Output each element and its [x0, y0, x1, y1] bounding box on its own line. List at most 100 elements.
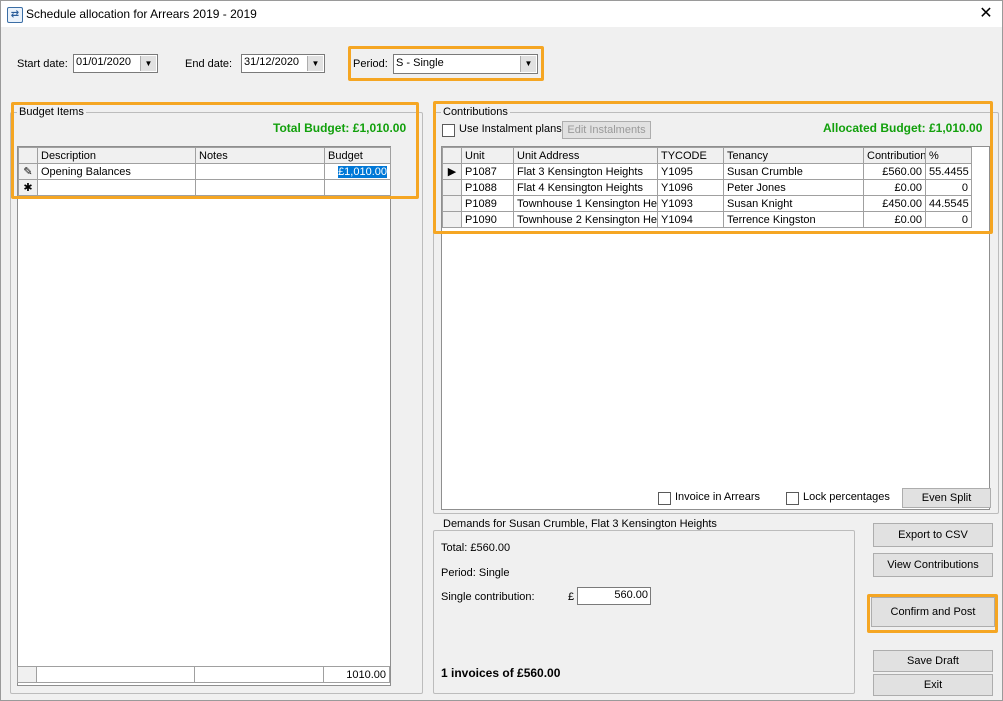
exit-button[interactable]: Exit	[873, 674, 993, 696]
export-csv-button[interactable]: Export to CSV	[873, 523, 993, 547]
table-row[interactable]: P1090 Townhouse 2 Kensington He Y1094 Te…	[442, 211, 972, 228]
cell-description[interactable]	[37, 179, 196, 196]
current-row-arrow-icon: ▶	[442, 163, 462, 180]
contributions-title: Contributions	[441, 106, 510, 118]
total-budget-label: Total Budget: £1,010.00	[273, 121, 407, 135]
cell-address[interactable]: Townhouse 2 Kensington He	[513, 211, 658, 228]
save-draft-button[interactable]: Save Draft	[873, 650, 993, 672]
cell-percent[interactable]: 55.4455	[925, 163, 972, 180]
single-contribution-input[interactable]: 560.00	[577, 587, 651, 605]
budget-edit-value[interactable]: £1,010.00	[338, 165, 387, 178]
period-select[interactable]: S - Single ▼	[393, 54, 538, 74]
cell-tycode[interactable]: Y1095	[657, 163, 724, 180]
new-row[interactable]: ✱	[18, 179, 391, 196]
row-header[interactable]	[442, 211, 462, 228]
cell-unit[interactable]: P1089	[461, 195, 514, 212]
footer-cell	[194, 666, 324, 683]
window-title: Schedule allocation for Arrears 2019 - 2…	[26, 7, 257, 21]
view-contributions-button[interactable]: View Contributions	[873, 553, 993, 577]
column-header-unit-address[interactable]: Unit Address	[513, 147, 658, 164]
column-header-description[interactable]: Description	[37, 147, 196, 164]
pencil-icon: ✎	[18, 163, 38, 180]
chevron-down-icon[interactable]: ▼	[307, 56, 323, 71]
footer-cell	[17, 666, 37, 683]
invoice-in-arrears-label: Invoice in Arrears	[675, 491, 760, 503]
column-header-tycode[interactable]: TYCODE	[657, 147, 724, 164]
column-header-tenancy[interactable]: Tenancy	[723, 147, 864, 164]
column-header-notes[interactable]: Notes	[195, 147, 325, 164]
cell-budget[interactable]	[324, 179, 391, 196]
cell-tenancy[interactable]: Susan Crumble	[723, 163, 864, 180]
column-header-contribution[interactable]: Contribution	[863, 147, 926, 164]
demands-period: Period: Single	[441, 567, 510, 579]
cell-tycode[interactable]: Y1096	[657, 179, 724, 196]
cell-budget[interactable]: £1,010.00	[324, 163, 391, 180]
row-header-corner	[18, 147, 38, 164]
close-icon[interactable]: ✕	[969, 3, 1003, 25]
demands-title: Demands for Susan Crumble, Flat 3 Kensin…	[441, 518, 719, 530]
column-header-budget[interactable]: Budget	[324, 147, 391, 164]
end-date-value: 31/12/2020	[244, 56, 300, 68]
cell-notes[interactable]	[195, 163, 325, 180]
chevron-down-icon[interactable]: ▼	[140, 56, 156, 71]
cell-address[interactable]: Flat 3 Kensington Heights	[513, 163, 658, 180]
dialog-client: Start date: 01/01/2020 ▼ End date: 31/12…	[1, 27, 1002, 700]
chevron-down-icon[interactable]: ▼	[520, 56, 536, 72]
column-header-unit[interactable]: Unit	[461, 147, 514, 164]
single-contribution-label: Single contribution:	[441, 591, 535, 603]
footer-cell	[36, 666, 195, 683]
end-date-label: End date:	[185, 58, 233, 70]
column-header-percent[interactable]: %	[925, 147, 972, 164]
confirm-post-button[interactable]: Confirm and Post	[871, 597, 995, 627]
demands-total: Total: £560.00	[441, 542, 511, 554]
start-date-value: 01/01/2020	[76, 56, 132, 68]
row-header[interactable]	[442, 179, 462, 196]
cell-unit[interactable]: P1088	[461, 179, 514, 196]
cell-address[interactable]: Flat 4 Kensington Heights	[513, 179, 658, 196]
table-row[interactable]: ✎ Opening Balances £1,010.00	[18, 163, 391, 180]
cell-contribution[interactable]: £450.00	[863, 195, 926, 212]
start-date-picker[interactable]: 01/01/2020 ▼	[73, 54, 158, 73]
cell-address[interactable]: Townhouse 1 Kensington He	[513, 195, 658, 212]
cell-unit[interactable]: P1087	[461, 163, 514, 180]
start-date-label: Start date:	[17, 58, 68, 70]
single-contribution-value: 560.00	[614, 589, 648, 601]
allocated-budget-label: Allocated Budget: £1,010.00	[823, 121, 983, 135]
app-icon: ⇄	[7, 7, 23, 23]
cell-percent[interactable]: 0	[925, 179, 972, 196]
row-header-corner	[442, 147, 462, 164]
cell-tycode[interactable]: Y1094	[657, 211, 724, 228]
cell-contribution[interactable]: £0.00	[863, 179, 926, 196]
edit-instalments-button[interactable]: Edit Instalments	[562, 121, 651, 139]
end-date-picker[interactable]: 31/12/2020 ▼	[241, 54, 325, 73]
contributions-grid[interactable]: Unit Unit Address TYCODE Tenancy Contrib…	[441, 146, 990, 510]
use-instalment-checkbox[interactable]	[442, 124, 455, 137]
lock-percentages-label: Lock percentages	[803, 491, 890, 503]
cell-percent[interactable]: 44.5545	[925, 195, 972, 212]
cell-description[interactable]: Opening Balances	[37, 163, 196, 180]
currency-symbol: £	[568, 591, 575, 603]
table-row[interactable]: ▶ P1087 Flat 3 Kensington Heights Y1095 …	[442, 163, 972, 180]
period-label: Period:	[353, 58, 388, 70]
table-row[interactable]: P1089 Townhouse 1 Kensington He Y1093 Su…	[442, 195, 972, 212]
cell-contribution[interactable]: £0.00	[863, 211, 926, 228]
table-row[interactable]: P1088 Flat 4 Kensington Heights Y1096 Pe…	[442, 179, 972, 196]
lock-percentages-checkbox[interactable]	[786, 492, 799, 505]
cell-notes[interactable]	[195, 179, 325, 196]
cell-unit[interactable]: P1090	[461, 211, 514, 228]
use-instalment-label: Use Instalment plans	[459, 123, 562, 135]
invoice-summary: 1 invoices of £560.00	[441, 666, 561, 680]
period-value: S - Single	[396, 57, 444, 69]
row-header[interactable]	[442, 195, 462, 212]
cell-tenancy[interactable]: Susan Knight	[723, 195, 864, 212]
even-split-button[interactable]: Even Split	[902, 488, 991, 508]
budget-footer: 1010.00	[17, 666, 390, 683]
cell-contribution[interactable]: £560.00	[863, 163, 926, 180]
budget-items-title: Budget Items	[17, 106, 86, 118]
budget-grid[interactable]: Description Notes Budget ✎ Opening Balan…	[17, 146, 391, 686]
invoice-in-arrears-checkbox[interactable]	[658, 492, 671, 505]
cell-tenancy[interactable]: Terrence Kingston	[723, 211, 864, 228]
cell-tycode[interactable]: Y1093	[657, 195, 724, 212]
cell-tenancy[interactable]: Peter Jones	[723, 179, 864, 196]
cell-percent[interactable]: 0	[925, 211, 972, 228]
